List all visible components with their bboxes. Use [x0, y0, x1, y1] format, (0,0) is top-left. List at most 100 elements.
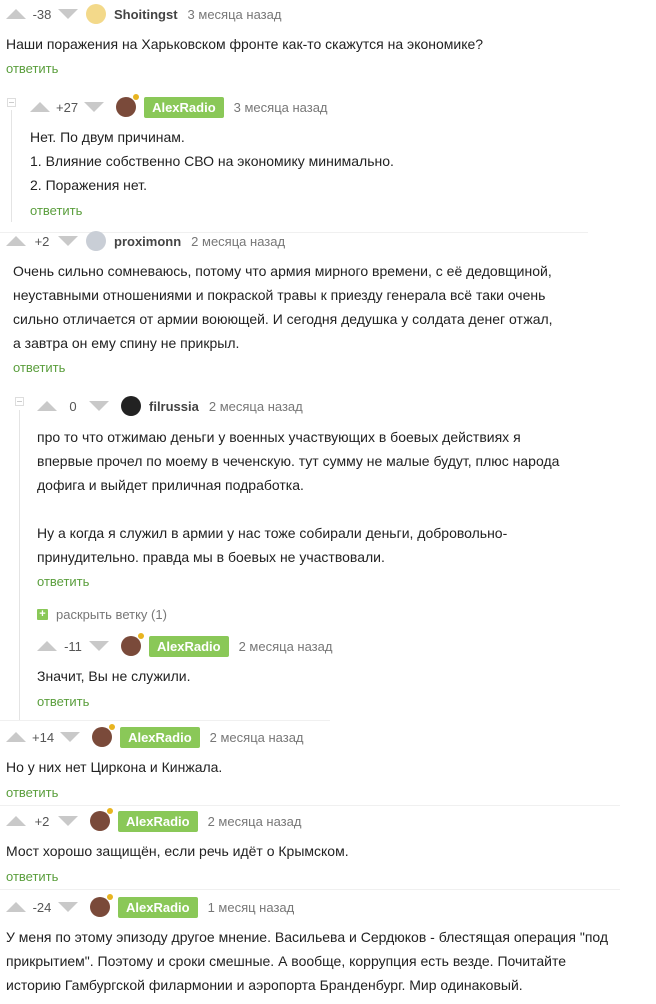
upvote-icon[interactable]: [6, 9, 26, 19]
upvote-icon[interactable]: [6, 236, 26, 246]
comment-text: У меня по этому эпизоду другое мнение. В…: [6, 925, 608, 997]
comment-3: +2 proximonn 2 месяца назад: [6, 229, 285, 253]
reply-link[interactable]: ответить: [13, 360, 65, 375]
username[interactable]: Shoitingst: [114, 7, 178, 22]
comment-meta: -24 AlexRadio 1 месяц назад: [6, 894, 295, 919]
comment-meta: 0 filrussia 2 месяца назад: [37, 394, 303, 418]
rating: -38: [32, 6, 52, 22]
text-line: прикрытием". Поэтому и сроки смешные. А …: [6, 953, 567, 969]
comment-meta: -11 AlexRadio 2 месяца назад: [37, 633, 333, 658]
text-line: про то что отжимаю деньги у военных учас…: [37, 429, 521, 445]
rating: +27: [56, 99, 79, 115]
avatar[interactable]: [90, 808, 113, 831]
text-line: Очень сильно сомневаюсь, потому что арми…: [13, 263, 552, 279]
downvote-icon[interactable]: [89, 401, 109, 411]
downvote-icon[interactable]: [58, 816, 78, 826]
text-line: впервые прочел по моему в чеченскую. тут…: [37, 453, 560, 469]
rating: +14: [32, 729, 55, 745]
reply-link[interactable]: ответить: [6, 869, 58, 884]
text-line: дофига и выйдет приличная подработка.: [37, 477, 304, 493]
comment-text: Нет. По двум причинам. 1. Влияние собств…: [30, 125, 394, 197]
avatar[interactable]: [90, 894, 113, 917]
comment-text: Мост хорошо защищён, если речь идёт о Кр…: [6, 843, 349, 859]
divider: [0, 805, 620, 806]
reply-link[interactable]: ответить: [30, 203, 82, 218]
upvote-icon[interactable]: [37, 401, 57, 411]
timestamp[interactable]: 2 месяца назад: [210, 730, 304, 745]
reply-link[interactable]: ответить: [6, 61, 58, 76]
text-gap: [37, 497, 559, 521]
comment-meta: +27 AlexRadio 3 месяца назад: [30, 94, 328, 119]
text-line: сильно отличается от армии воюющей. И се…: [13, 311, 553, 327]
username[interactable]: proximonn: [114, 234, 181, 249]
avatar[interactable]: [86, 231, 106, 251]
downvote-icon[interactable]: [89, 641, 109, 651]
timestamp[interactable]: 3 месяца назад: [234, 100, 328, 115]
upvote-icon[interactable]: [30, 102, 50, 112]
reply-link[interactable]: ответить: [6, 785, 58, 800]
comment-8: -24 AlexRadio 1 месяц назад: [6, 894, 295, 919]
divider: [0, 720, 330, 721]
text-line: У меня по этому эпизоду другое мнение. В…: [6, 929, 609, 945]
downvote-icon[interactable]: [60, 732, 81, 742]
username-badge[interactable]: AlexRadio: [120, 726, 200, 748]
avatar[interactable]: [86, 4, 106, 24]
comment-meta: +2 AlexRadio 2 месяца назад: [6, 808, 302, 833]
downvote-icon[interactable]: [58, 902, 78, 912]
divider: [0, 889, 620, 890]
comment-2: +27 AlexRadio 3 месяца назад: [30, 94, 328, 119]
comment-text: про то что отжимаю деньги у военных учас…: [37, 425, 559, 569]
expand-branch[interactable]: + раскрыть ветку (1): [37, 607, 167, 622]
timestamp[interactable]: 2 месяца назад: [208, 814, 302, 829]
comment-6: +14 AlexRadio 2 месяца назад: [6, 724, 304, 749]
timestamp[interactable]: 2 месяца назад: [239, 639, 333, 654]
comment-meta: +14 AlexRadio 2 месяца назад: [6, 724, 304, 749]
username-badge[interactable]: AlexRadio: [144, 96, 224, 118]
comment-text: Очень сильно сомневаюсь, потому что арми…: [13, 259, 553, 355]
reply-link[interactable]: ответить: [37, 694, 89, 709]
timestamp[interactable]: 1 месяц назад: [208, 900, 295, 915]
text-line: принудительно. правда мы в боевых не уча…: [37, 549, 385, 565]
thread-line: [11, 110, 12, 222]
comment-5: -11 AlexRadio 2 месяца назад: [37, 633, 333, 658]
comment-meta: +2 proximonn 2 месяца назад: [6, 229, 285, 253]
timestamp[interactable]: 3 месяца назад: [188, 7, 282, 22]
comment-7: +2 AlexRadio 2 месяца назад: [6, 808, 302, 833]
text-line: Нет. По двум причинам.: [30, 129, 185, 145]
comment-1: -38 Shoitingst 3 месяца назад: [6, 2, 281, 26]
username-badge[interactable]: AlexRadio: [118, 810, 198, 832]
avatar[interactable]: [116, 94, 140, 117]
downvote-icon[interactable]: [84, 102, 105, 112]
text-line: а завтра он ему спину не прикрыл.: [13, 335, 240, 351]
upvote-icon[interactable]: [37, 641, 57, 651]
comment-text: Значит, Вы не служили.: [37, 668, 191, 684]
rating: +2: [34, 813, 50, 829]
timestamp[interactable]: 2 месяца назад: [191, 234, 285, 249]
rating: -24: [32, 899, 52, 915]
downvote-icon[interactable]: [58, 9, 78, 19]
reply-link[interactable]: ответить: [37, 574, 89, 589]
collapse-thread-icon[interactable]: [15, 397, 24, 406]
text-line: Ну а когда я служил в армии у нас тоже с…: [37, 525, 508, 541]
avatar[interactable]: [121, 396, 141, 416]
username-badge[interactable]: AlexRadio: [118, 896, 198, 918]
text-line: 1. Влияние собственно СВО на экономику м…: [30, 153, 394, 169]
text-line: 2. Поражения нет.: [30, 177, 147, 193]
avatar[interactable]: [121, 633, 144, 656]
comment-text: Наши поражения на Харьковском фронте как…: [6, 36, 484, 52]
text-line: неуставными отношениями и покраской трав…: [13, 287, 546, 303]
timestamp[interactable]: 2 месяца назад: [209, 399, 303, 414]
downvote-icon[interactable]: [58, 236, 78, 246]
upvote-icon[interactable]: [6, 902, 26, 912]
comment-meta: -38 Shoitingst 3 месяца назад: [6, 2, 281, 26]
expand-branch-label[interactable]: раскрыть ветку (1): [56, 607, 167, 622]
comment-text: Но у них нет Циркона и Кинжала.: [6, 759, 223, 775]
username[interactable]: filrussia: [149, 399, 199, 414]
upvote-icon[interactable]: [6, 816, 26, 826]
collapse-thread-icon[interactable]: [7, 98, 16, 107]
thread-line: [19, 410, 20, 720]
upvote-icon[interactable]: [6, 732, 26, 742]
plus-icon: +: [37, 609, 48, 620]
username-badge[interactable]: AlexRadio: [149, 635, 229, 657]
avatar[interactable]: [92, 724, 116, 747]
